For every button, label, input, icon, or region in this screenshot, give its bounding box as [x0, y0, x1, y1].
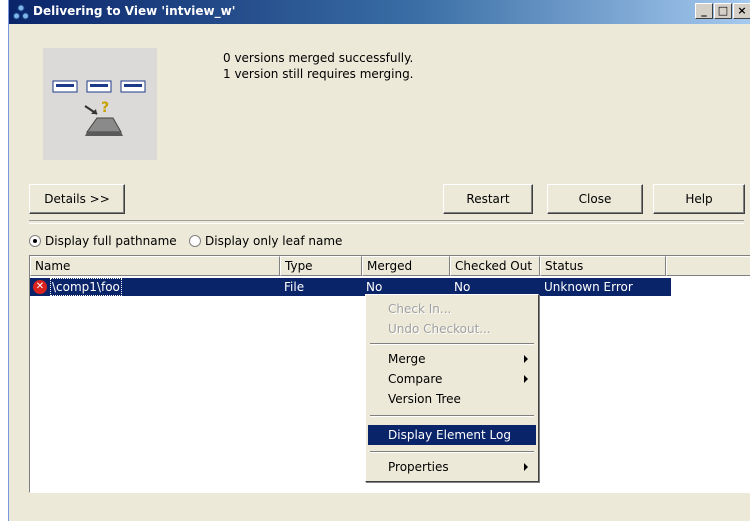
- menu-item-display-element-log[interactable]: Display Element Log: [368, 425, 536, 445]
- table-row[interactable]: ✕ \comp1\foo File No No Unknown Error: [30, 278, 671, 296]
- menu-item-properties-label: Properties: [388, 460, 449, 474]
- menu-item-compare-label: Compare: [388, 372, 443, 386]
- submenu-arrow-icon: [524, 355, 528, 363]
- leaf-name-label: Display only leaf name: [205, 234, 343, 248]
- close-button[interactable]: Close: [547, 184, 643, 214]
- deliver-dialog: Delivering to View 'intview_w' _ □ × ? 0…: [8, 0, 750, 521]
- close-window-button[interactable]: ×: [733, 3, 750, 19]
- title-bar[interactable]: Delivering to View 'intview_w' _ □ ×: [9, 0, 750, 24]
- close-button-label: Close: [578, 192, 612, 206]
- menu-item-merge[interactable]: Merge: [368, 349, 536, 369]
- menu-separator: [370, 451, 534, 453]
- minimize-button[interactable]: _: [695, 3, 713, 19]
- submenu-arrow-icon: [524, 375, 528, 383]
- merge-status-message: 0 versions merged successfully. 1 versio…: [223, 50, 414, 82]
- submenu-arrow-icon: [524, 463, 528, 471]
- details-button-label: Details >>: [44, 192, 110, 206]
- menu-item-version-tree[interactable]: Version Tree: [368, 389, 536, 409]
- row-type: File: [284, 280, 305, 294]
- list-header: Name Type Merged Checked Out Status: [30, 256, 750, 276]
- deliver-app-icon: [13, 4, 29, 20]
- menu-item-check-in[interactable]: Check In...: [368, 299, 536, 319]
- merged-count-text: 0 versions merged successfully.: [223, 51, 414, 65]
- maximize-button[interactable]: □: [714, 3, 732, 19]
- menu-separator: [370, 415, 534, 417]
- window-title: Delivering to View 'intview_w': [33, 4, 236, 18]
- error-icon: ✕: [33, 280, 47, 294]
- context-menu: Check In... Undo Checkout... Merge Compa…: [365, 294, 539, 482]
- column-header-checked-out[interactable]: Checked Out: [450, 256, 540, 276]
- help-button[interactable]: Help: [653, 184, 745, 214]
- row-name: \comp1\foo: [50, 278, 122, 296]
- menu-item-properties[interactable]: Properties: [368, 457, 536, 477]
- divider: [29, 220, 744, 224]
- column-header-merged[interactable]: Merged: [362, 256, 450, 276]
- help-button-label: Help: [685, 192, 713, 206]
- details-button[interactable]: Details >>: [29, 184, 125, 214]
- leaf-name-option[interactable]: Display only leaf name: [189, 234, 342, 248]
- window-controls: _ □ ×: [695, 3, 750, 19]
- full-pathname-option[interactable]: Display full pathname: [29, 234, 177, 248]
- column-header-empty: [666, 256, 750, 276]
- merge-status-icon: ?: [52, 80, 146, 136]
- merge-illustration: ?: [43, 48, 157, 160]
- restart-button-label: Restart: [466, 192, 510, 206]
- menu-item-undo-checkout[interactable]: Undo Checkout...: [368, 319, 536, 339]
- column-header-name[interactable]: Name: [30, 256, 280, 276]
- remaining-count-text: 1 version still requires merging.: [223, 67, 414, 81]
- column-header-status[interactable]: Status: [540, 256, 666, 276]
- row-status: Unknown Error: [544, 280, 633, 294]
- menu-item-merge-label: Merge: [388, 352, 426, 366]
- menu-separator: [370, 343, 534, 345]
- full-pathname-radio[interactable]: [29, 235, 41, 247]
- full-pathname-label: Display full pathname: [45, 234, 177, 248]
- column-header-type[interactable]: Type: [280, 256, 362, 276]
- restart-button[interactable]: Restart: [443, 184, 533, 214]
- menu-item-compare[interactable]: Compare: [368, 369, 536, 389]
- svg-text:?: ?: [101, 100, 109, 116]
- leaf-name-radio[interactable]: [189, 235, 201, 247]
